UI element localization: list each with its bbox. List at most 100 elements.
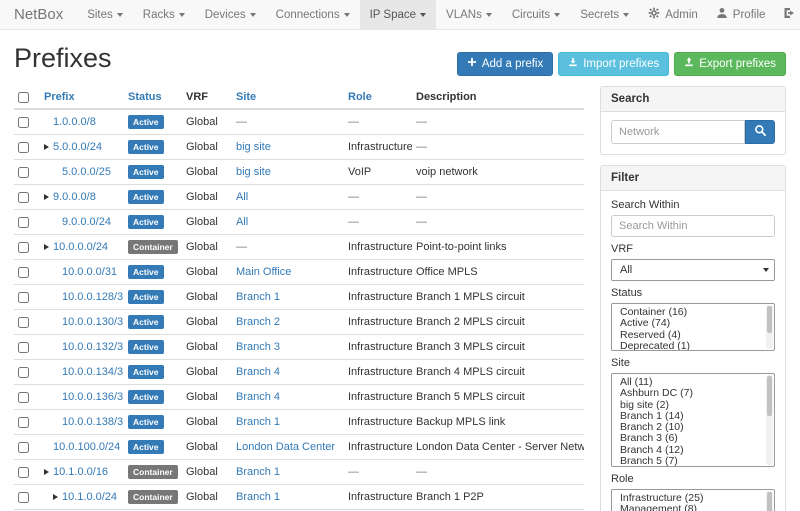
prefix-link[interactable]: 10.0.0.0/31 bbox=[62, 266, 117, 278]
vrf-select[interactable]: All bbox=[611, 259, 775, 281]
add-prefix-button[interactable]: Add a prefix bbox=[457, 52, 553, 76]
listbox-option[interactable]: Management (8) bbox=[620, 504, 764, 511]
site-link[interactable]: Branch 1 bbox=[236, 491, 280, 503]
prefix-link[interactable]: 10.0.0.130/31 bbox=[62, 316, 124, 328]
site-link[interactable]: big site bbox=[236, 141, 271, 153]
row-checkbox[interactable] bbox=[18, 442, 29, 453]
row-checkbox[interactable] bbox=[18, 167, 29, 178]
listbox-option[interactable]: Branch 1 (14) bbox=[620, 411, 764, 422]
listbox-option[interactable]: Ashburn DC (7) bbox=[620, 388, 764, 399]
export-prefixes-label: Export prefixes bbox=[699, 58, 776, 71]
expand-arrow-icon[interactable] bbox=[44, 144, 49, 150]
row-checkbox[interactable] bbox=[18, 492, 29, 503]
status-badge: Active bbox=[128, 315, 164, 329]
expand-arrow-icon[interactable] bbox=[44, 244, 49, 250]
listbox-option[interactable]: Reserved (4) bbox=[620, 330, 764, 341]
prefix-link[interactable]: 10.1.0.0/16 bbox=[53, 466, 108, 478]
nav-item-connections[interactable]: Connections bbox=[266, 0, 360, 29]
nav-item-secrets[interactable]: Secrets bbox=[570, 0, 639, 29]
prefix-link[interactable]: 5.0.0.0/25 bbox=[62, 166, 111, 178]
site-link[interactable]: London Data Center bbox=[236, 441, 335, 453]
listbox-option[interactable]: Branch 4 (12) bbox=[620, 445, 764, 456]
prefix-link[interactable]: 1.0.0.0/8 bbox=[53, 116, 96, 128]
prefix-link[interactable]: 10.0.0.0/24 bbox=[53, 241, 108, 253]
col-prefix[interactable]: Prefix bbox=[40, 86, 124, 109]
listbox-option[interactable]: Branch 2 (10) bbox=[620, 422, 764, 433]
prefix-link[interactable]: 10.1.0.0/24 bbox=[62, 491, 117, 503]
navbar-brand[interactable]: NetBox bbox=[14, 0, 63, 29]
expand-arrow-icon[interactable] bbox=[44, 194, 49, 200]
listbox-option[interactable]: Container (16) bbox=[620, 307, 764, 318]
row-checkbox[interactable] bbox=[18, 142, 29, 153]
row-checkbox[interactable] bbox=[18, 192, 29, 203]
listbox-option[interactable]: All (11) bbox=[620, 377, 764, 388]
row-checkbox[interactable] bbox=[18, 317, 29, 328]
col-status[interactable]: Status bbox=[124, 86, 182, 109]
site-link[interactable]: Main Office bbox=[236, 266, 291, 278]
nav-admin[interactable]: Admin bbox=[639, 0, 707, 29]
prefix-link[interactable]: 5.0.0.0/24 bbox=[53, 141, 102, 153]
prefix-link[interactable]: 10.0.0.134/31 bbox=[62, 366, 124, 378]
prefix-link[interactable]: 10.0.0.138/31 bbox=[62, 416, 124, 428]
prefix-link[interactable]: 9.0.0.0/8 bbox=[53, 191, 96, 203]
nav-logout[interactable]: Log out bbox=[774, 0, 800, 29]
row-checkbox[interactable] bbox=[18, 417, 29, 428]
site-link[interactable]: Branch 1 bbox=[236, 466, 280, 478]
nav-item-sites[interactable]: Sites bbox=[77, 0, 133, 29]
search-input[interactable] bbox=[611, 120, 745, 144]
site-link[interactable]: Branch 1 bbox=[236, 416, 280, 428]
row-checkbox[interactable] bbox=[18, 392, 29, 403]
prefix-link[interactable]: 10.0.100.0/24 bbox=[53, 441, 120, 453]
listbox-option[interactable]: Infrastructure (25) bbox=[620, 493, 764, 504]
nav-item-racks[interactable]: Racks bbox=[133, 0, 195, 29]
listbox-option[interactable]: Branch 3 (6) bbox=[620, 433, 764, 444]
row-checkbox[interactable] bbox=[18, 217, 29, 228]
role-scrollbar[interactable] bbox=[766, 491, 773, 511]
status-scrollbar[interactable] bbox=[766, 305, 773, 349]
nav-item-circuits[interactable]: Circuits bbox=[502, 0, 570, 29]
prefix-link[interactable]: 10.0.0.132/31 bbox=[62, 341, 124, 353]
row-checkbox[interactable] bbox=[18, 342, 29, 353]
site-link[interactable]: All bbox=[236, 216, 248, 228]
site-link[interactable]: Branch 3 bbox=[236, 341, 280, 353]
site-cell: Branch 3 bbox=[232, 335, 344, 360]
search-button[interactable] bbox=[745, 120, 775, 144]
row-checkbox[interactable] bbox=[18, 242, 29, 253]
prefix-link[interactable]: 10.0.0.136/31 bbox=[62, 391, 124, 403]
export-prefixes-button[interactable]: Export prefixes bbox=[674, 52, 786, 76]
row-checkbox[interactable] bbox=[18, 367, 29, 378]
listbox-option[interactable]: Deprecated (1) bbox=[620, 341, 764, 351]
nav-item-ip-space[interactable]: IP Space bbox=[360, 0, 436, 29]
vrf-value: Global bbox=[186, 266, 218, 278]
select-all-checkbox[interactable] bbox=[18, 92, 29, 103]
nav-profile[interactable]: Profile bbox=[707, 0, 775, 29]
site-link[interactable]: big site bbox=[236, 166, 271, 178]
site-link[interactable]: Branch 2 bbox=[236, 316, 280, 328]
col-site[interactable]: Site bbox=[232, 86, 344, 109]
listbox-option[interactable]: Branch 5 (7) bbox=[620, 456, 764, 467]
prefix-link[interactable]: 9.0.0.0/24 bbox=[62, 216, 111, 228]
prefix-link[interactable]: 10.0.0.128/31 bbox=[62, 291, 124, 303]
listbox-option[interactable]: big site (2) bbox=[620, 400, 764, 411]
listbox-option[interactable]: Active (74) bbox=[620, 318, 764, 329]
expand-arrow-icon[interactable] bbox=[44, 469, 49, 475]
site-link[interactable]: Branch 1 bbox=[236, 291, 280, 303]
site-link[interactable]: Branch 4 bbox=[236, 391, 280, 403]
search-within-input[interactable] bbox=[611, 215, 775, 237]
prefix-cell: 10.0.0.138/31 bbox=[40, 410, 124, 435]
site-scrollbar[interactable] bbox=[766, 375, 773, 465]
row-checkbox[interactable] bbox=[18, 292, 29, 303]
site-listbox[interactable]: All (11)Ashburn DC (7)big site (2)Branch… bbox=[611, 373, 775, 467]
status-listbox[interactable]: Container (16)Active (74)Reserved (4)Dep… bbox=[611, 303, 775, 351]
import-prefixes-button[interactable]: Import prefixes bbox=[558, 52, 669, 76]
nav-item-vlans[interactable]: VLANs bbox=[436, 0, 502, 29]
site-link[interactable]: Branch 4 bbox=[236, 366, 280, 378]
expand-arrow-icon[interactable] bbox=[53, 494, 58, 500]
role-listbox[interactable]: Infrastructure (25)Management (8)Private… bbox=[611, 489, 775, 511]
row-checkbox[interactable] bbox=[18, 117, 29, 128]
site-link[interactable]: All bbox=[236, 191, 248, 203]
row-checkbox[interactable] bbox=[18, 267, 29, 278]
col-role[interactable]: Role bbox=[344, 86, 412, 109]
row-checkbox[interactable] bbox=[18, 467, 29, 478]
nav-item-devices[interactable]: Devices bbox=[195, 0, 266, 29]
